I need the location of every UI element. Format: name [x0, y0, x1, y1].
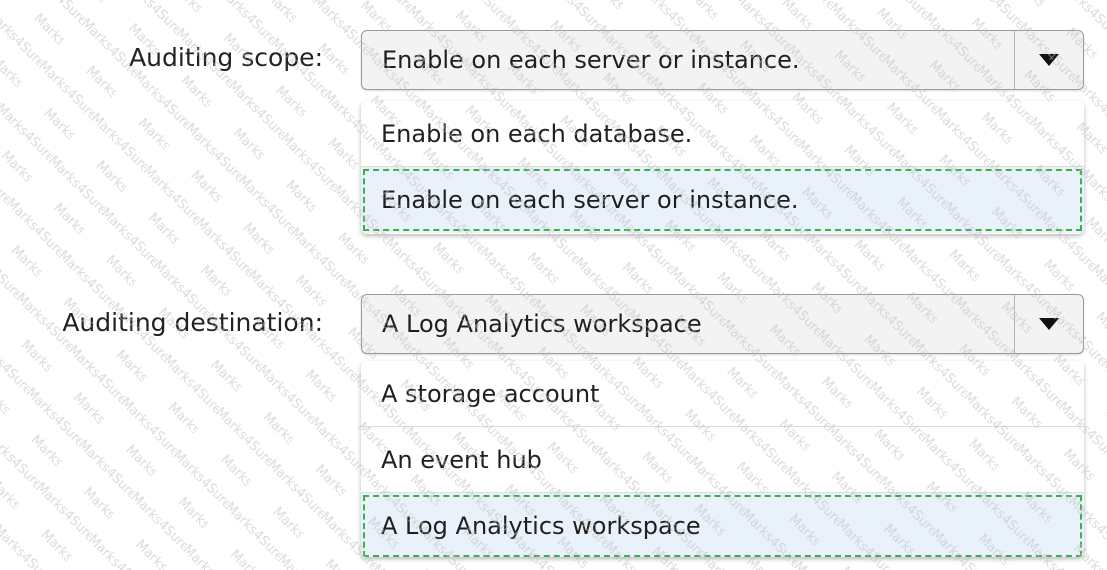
option-label: A Log Analytics workspace [381, 512, 701, 540]
auditing-scope-select[interactable]: Enable on each server or instance. [361, 30, 1084, 90]
chevron-down-icon[interactable] [1015, 295, 1083, 353]
auditing-scope-option[interactable]: Enable on each database. [361, 101, 1084, 167]
auditing-scope-option-selected[interactable]: Enable on each server or instance. [361, 167, 1084, 233]
option-label: A storage account [381, 379, 600, 408]
chevron-down-icon[interactable] [1015, 31, 1083, 89]
auditing-scope-options: Enable on each database. Enable on each … [361, 101, 1084, 234]
option-label: Enable on each server or instance. [381, 186, 799, 214]
auditing-destination-options: A storage account An event hub A Log Ana… [361, 361, 1084, 557]
auditing-destination-selected-value: A Log Analytics workspace [382, 310, 702, 338]
auditing-destination-select[interactable]: A Log Analytics workspace [361, 294, 1084, 354]
auditing-scope-label: Auditing scope: [129, 43, 323, 72]
auditing-destination-option[interactable]: A storage account [361, 361, 1084, 427]
auditing-destination-option[interactable]: An event hub [361, 427, 1084, 493]
option-label: An event hub [381, 445, 542, 474]
auditing-destination-option-selected[interactable]: A Log Analytics workspace [361, 493, 1084, 557]
auditing-scope-selected-value: Enable on each server or instance. [382, 46, 800, 74]
auditing-destination-label: Auditing destination: [62, 308, 323, 337]
option-label: Enable on each database. [381, 119, 693, 148]
